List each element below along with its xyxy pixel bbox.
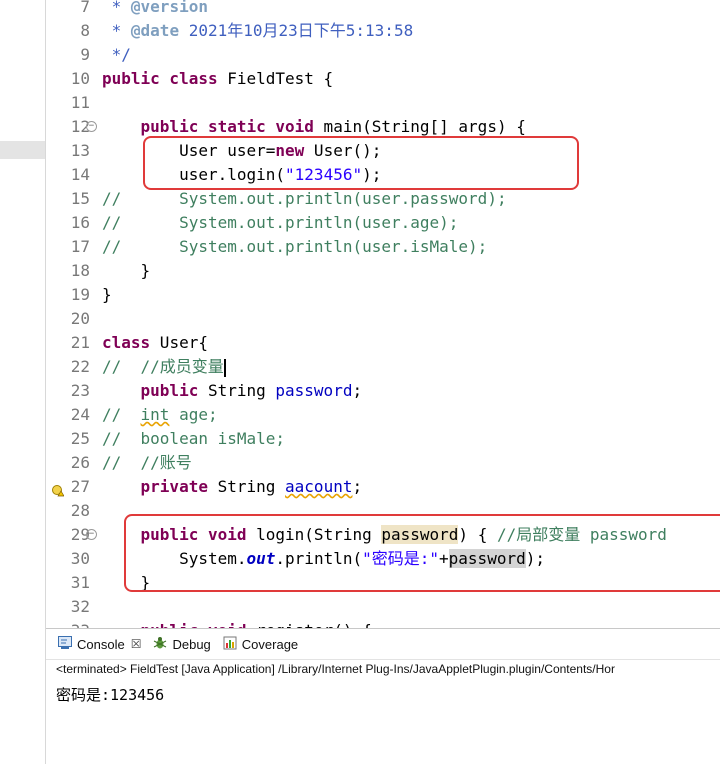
code-line[interactable]: 32 (46, 595, 720, 619)
code-line[interactable]: 18 } (46, 259, 720, 283)
line-number: 31 (70, 573, 90, 592)
code-line[interactable]: 8 * @date 2021年10月23日下午5:13:58 (46, 19, 720, 43)
code-line[interactable]: 23 public String password; (46, 379, 720, 403)
terminated-status: <terminated> FieldTest [Java Application… (46, 659, 720, 678)
code-text: // boolean isMale; (102, 429, 286, 448)
line-number: 28 (70, 501, 90, 520)
line-number: 25 (70, 429, 90, 448)
tab-coverage[interactable]: Coverage (223, 636, 298, 653)
line-number: 13 (70, 141, 90, 160)
line-number: 30 (70, 549, 90, 568)
line-number: 7 (80, 0, 90, 16)
code-text: */ (111, 45, 131, 64)
line-number: 26 (70, 453, 90, 472)
tab-coverage-label: Coverage (241, 636, 299, 652)
left-panel-selection (0, 141, 45, 159)
code-line[interactable]: 33 public void register() { (46, 619, 720, 628)
code-text: // System.out.println(user.isMale); (102, 237, 488, 256)
code-text: class User{ (102, 333, 208, 352)
line-number: 18 (70, 261, 90, 280)
console-output[interactable]: 密码是:123456 (46, 684, 720, 705)
code-line[interactable]: 17 // System.out.println(user.isMale); (46, 235, 720, 259)
line-number: 15 (70, 189, 90, 208)
line-number: 22 (70, 357, 90, 376)
tab-console[interactable]: Console ☒ (58, 636, 141, 652)
line-number: 27 (70, 477, 90, 496)
line-number: 23 (70, 381, 90, 400)
line-number: 19 (70, 285, 90, 304)
fold-toggle-icon[interactable]: − (86, 121, 97, 132)
tab-debug[interactable]: Debug (153, 636, 211, 653)
code-text: } (102, 261, 151, 280)
code-line[interactable]: 24 // int age; (46, 403, 720, 427)
coverage-icon (223, 636, 237, 653)
code-text: public class FieldTest { (102, 69, 334, 88)
line-number: 10 (70, 69, 90, 88)
code-line[interactable]: 22 // //成员变量 (46, 355, 720, 379)
annotation-box-login (124, 514, 720, 592)
code-text: } (102, 285, 112, 304)
line-number: 11 (70, 93, 90, 112)
code-line[interactable]: 26 // //账号 (46, 451, 720, 475)
code-text: * @date 2021年10月23日下午5:13:58 (111, 21, 414, 40)
close-icon[interactable]: ☒ (131, 637, 142, 651)
code-text: public void register() { (102, 619, 372, 628)
code-text: public String password; (140, 381, 363, 400)
line-number: 8 (80, 21, 90, 40)
code-line[interactable]: 7 * @version (46, 0, 720, 19)
code-line[interactable]: 15 // System.out.println(user.password); (46, 187, 720, 211)
console-panel: Console ☒ Debug Coverage <terminated> Fi… (46, 628, 720, 765)
code-text: * @version (111, 0, 208, 16)
line-number: 16 (70, 213, 90, 232)
code-line[interactable]: 21 class User{ (46, 331, 720, 355)
code-text: private String aacount; (140, 477, 363, 496)
console-icon (58, 636, 72, 652)
code-line[interactable]: 25 // boolean isMale; (46, 427, 720, 451)
code-editor[interactable]: 7 * @version 8 * @date 2021年10月23日下午5:13:… (46, 0, 720, 628)
code-line[interactable]: 27 private String aacount; (46, 475, 720, 499)
code-line[interactable]: 16 // System.out.println(user.age); (46, 211, 720, 235)
line-number: 33 (66, 619, 90, 628)
warning-icon[interactable] (52, 480, 65, 497)
line-number: 32 (70, 597, 90, 616)
debug-icon (153, 636, 167, 653)
code-text: // System.out.println(user.age); (102, 213, 459, 232)
code-line[interactable]: 19} (46, 283, 720, 307)
line-number: 9 (80, 45, 90, 64)
console-tabs: Console ☒ Debug Coverage (46, 629, 720, 659)
line-number: 20 (70, 309, 90, 328)
code-line[interactable]: 10 public class FieldTest { (46, 67, 720, 91)
code-line[interactable]: 9 */ (46, 43, 720, 67)
code-text: // System.out.println(user.password); (102, 189, 507, 208)
line-number: 14 (70, 165, 90, 184)
code-text: // //成员变量 (102, 357, 226, 377)
code-line[interactable]: 20 (46, 307, 720, 331)
line-number: 24 (70, 405, 90, 424)
tab-debug-label: Debug (172, 636, 211, 652)
code-text: // int age; (102, 405, 218, 424)
left-panel (0, 0, 46, 764)
code-text: // //账号 (102, 453, 192, 472)
line-number: 17 (70, 237, 90, 256)
code-line[interactable]: 11 (46, 91, 720, 115)
line-number: 21 (70, 333, 90, 352)
tab-console-label: Console (77, 636, 125, 652)
annotation-box-main (143, 136, 579, 190)
fold-toggle-icon[interactable]: − (86, 529, 97, 540)
